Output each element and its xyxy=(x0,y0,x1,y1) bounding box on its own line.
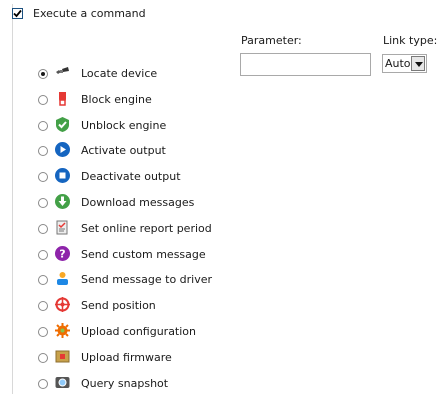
command-option[interactable]: Upload configuration xyxy=(38,322,238,342)
report-period-icon xyxy=(54,219,71,236)
command-option-label: Upload firmware xyxy=(81,350,172,364)
parameter-input[interactable] xyxy=(240,53,371,76)
command-option-label: Send custom message xyxy=(81,247,206,261)
command-option[interactable]: Locate device xyxy=(38,64,238,84)
download-icon xyxy=(54,193,71,210)
command-option-label: Set online report period xyxy=(81,221,212,235)
radio-button[interactable] xyxy=(38,301,48,312)
satellite-icon xyxy=(54,64,71,81)
radio-button[interactable] xyxy=(38,94,48,105)
command-option[interactable]: Set online report period xyxy=(38,219,238,239)
execute-command-checkbox[interactable] xyxy=(12,8,23,19)
radio-button[interactable] xyxy=(38,120,48,131)
activate-output-icon xyxy=(54,141,71,158)
command-option[interactable]: ? Send custom message xyxy=(38,245,238,265)
command-option-label: Deactivate output xyxy=(81,170,181,184)
chevron-down-icon[interactable] xyxy=(411,56,425,71)
command-option-label: Query snapshot xyxy=(81,376,169,390)
command-option-label: Unblock engine xyxy=(81,118,167,132)
radio-button[interactable] xyxy=(38,146,48,157)
command-option-label: Activate output xyxy=(81,144,166,158)
command-option-label: Upload configuration xyxy=(81,325,197,338)
command-option-label: Download messages xyxy=(81,196,195,209)
block-engine-icon xyxy=(54,90,71,107)
radio-button[interactable] xyxy=(38,69,48,79)
firmware-icon xyxy=(54,348,71,365)
deactivate-output-icon xyxy=(54,167,71,184)
command-option[interactable]: Query snapshot xyxy=(38,374,238,394)
radio-button[interactable] xyxy=(38,352,48,363)
radio-button[interactable] xyxy=(38,327,48,337)
radio-button[interactable] xyxy=(38,249,48,260)
link-type-select[interactable]: Auto xyxy=(382,54,427,73)
command-option[interactable]: Send position xyxy=(38,296,238,316)
camera-icon xyxy=(54,374,71,391)
command-option[interactable]: Send message to driver xyxy=(38,270,238,290)
command-option-label: Block engine xyxy=(81,92,152,106)
command-option[interactable]: Activate output xyxy=(38,141,238,161)
svg-text:?: ? xyxy=(59,247,65,260)
link-type-value: Auto xyxy=(385,57,411,70)
configuration-icon xyxy=(54,322,71,339)
radio-button[interactable] xyxy=(38,275,48,286)
command-option-label: Send position xyxy=(81,299,156,313)
unblock-engine-icon xyxy=(54,116,71,133)
command-option[interactable]: Block engine xyxy=(38,90,238,110)
radio-button[interactable] xyxy=(38,198,48,208)
command-option[interactable]: Unblock engine xyxy=(38,116,238,136)
command-option[interactable]: Deactivate output xyxy=(38,167,238,187)
position-icon xyxy=(54,296,71,313)
driver-message-icon xyxy=(54,270,71,287)
radio-button[interactable] xyxy=(38,223,48,234)
link-type-label: Link type: xyxy=(383,34,438,47)
command-option-label: Locate device xyxy=(81,67,158,80)
radio-button[interactable] xyxy=(38,378,48,389)
command-option[interactable]: Upload firmware xyxy=(38,348,238,368)
custom-message-icon: ? xyxy=(54,245,71,262)
parameter-label: Parameter: xyxy=(241,34,302,47)
command-option-label: Send message to driver xyxy=(81,273,213,287)
command-option[interactable]: Download messages xyxy=(38,193,238,213)
execute-command-label: Execute a command xyxy=(33,7,146,20)
checkmark-icon xyxy=(13,9,22,18)
radio-button[interactable] xyxy=(38,172,48,183)
